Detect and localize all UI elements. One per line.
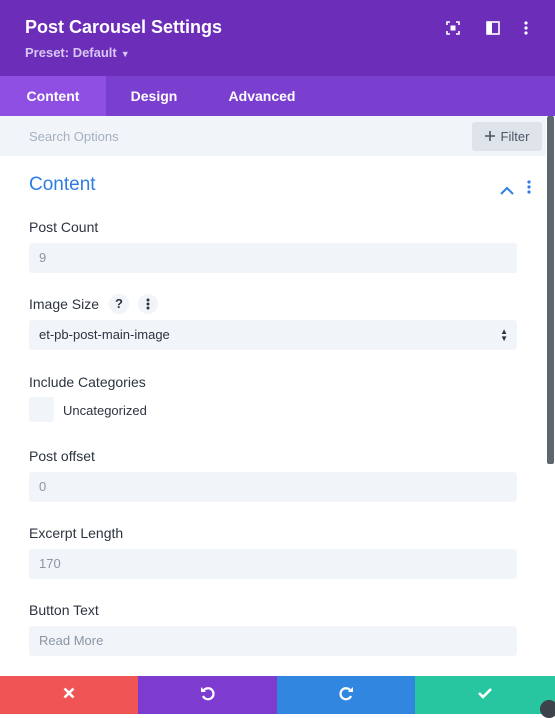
post-count-label: Post Count xyxy=(29,219,99,235)
image-size-value: et-pb-post-main-image xyxy=(39,327,170,342)
undo-button[interactable] xyxy=(138,676,277,714)
chevron-up-icon[interactable] xyxy=(500,182,514,200)
preset-label: Preset: Default xyxy=(25,45,117,60)
save-button[interactable] xyxy=(415,676,555,714)
button-text-input[interactable]: Read More xyxy=(29,626,517,656)
search-bar: Search Options xyxy=(0,116,546,156)
image-size-select[interactable]: et-pb-post-main-image ▲ ▼ xyxy=(29,320,517,350)
undo-icon xyxy=(200,685,216,706)
resize-handle-icon[interactable] xyxy=(540,700,555,718)
preset-dropdown[interactable]: Preset: Default ▼ xyxy=(25,45,130,60)
section-title[interactable]: Content xyxy=(29,174,96,196)
excerpt-length-label: Excerpt Length xyxy=(29,525,124,541)
section-options-icon[interactable] xyxy=(527,180,531,199)
caret-down-icon: ▼ xyxy=(120,49,130,59)
redo-icon xyxy=(338,685,354,706)
close-icon xyxy=(63,686,75,704)
post-count-input[interactable]: 9 xyxy=(29,243,517,273)
excerpt-length-input[interactable]: 170 xyxy=(29,549,517,579)
plus-icon xyxy=(484,129,495,144)
filter-button[interactable]: Filter xyxy=(472,122,542,151)
cancel-button[interactable] xyxy=(0,676,138,714)
tab-bar: Content Design Advanced xyxy=(0,76,555,116)
tab-content[interactable]: Content xyxy=(0,76,106,116)
include-categories-label: Include Categories xyxy=(29,374,146,390)
split-view-icon[interactable] xyxy=(484,19,502,37)
modal-header: Post Carousel Settings Preset: Default ▼ xyxy=(0,0,555,76)
filter-label: Filter xyxy=(500,129,530,144)
uncategorized-label[interactable]: Uncategorized xyxy=(63,403,147,418)
tab-advanced[interactable]: Advanced xyxy=(215,76,309,116)
more-vertical-icon[interactable] xyxy=(517,19,535,37)
tab-design[interactable]: Design xyxy=(115,76,193,116)
help-icon[interactable]: ? xyxy=(109,294,129,314)
field-options-icon[interactable] xyxy=(138,294,158,314)
post-offset-label: Post offset xyxy=(29,448,95,464)
redo-button[interactable] xyxy=(277,676,415,714)
post-offset-input[interactable]: 0 xyxy=(29,472,517,502)
search-input[interactable]: Search Options xyxy=(29,129,119,144)
expand-icon[interactable] xyxy=(444,19,462,37)
scrollbar-thumb[interactable] xyxy=(547,116,554,464)
image-size-label: Image Size xyxy=(29,296,100,312)
check-icon xyxy=(478,686,492,704)
select-arrows-icon: ▲ ▼ xyxy=(500,327,508,343)
button-text-label: Button Text xyxy=(29,602,99,618)
modal-title: Post Carousel Settings xyxy=(25,17,223,37)
action-bar xyxy=(0,676,555,714)
uncategorized-checkbox[interactable] xyxy=(29,397,54,422)
